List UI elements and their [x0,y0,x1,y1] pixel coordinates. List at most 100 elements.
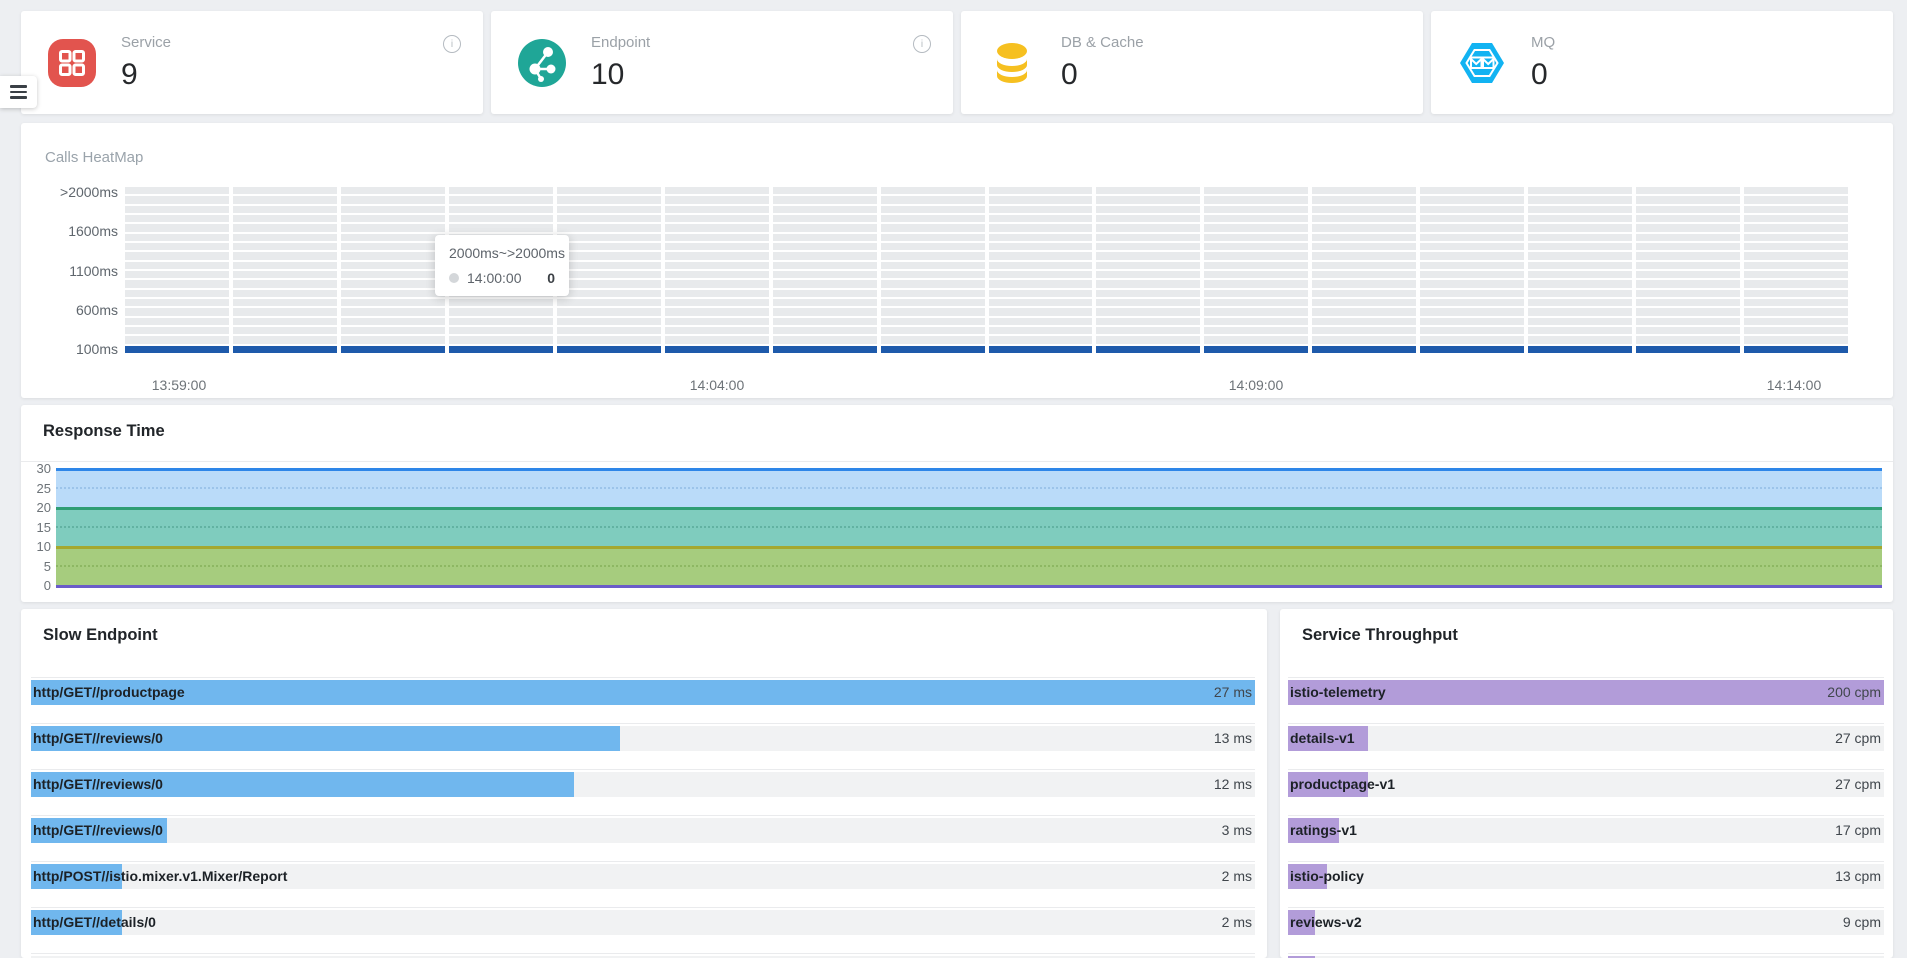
heatmap-x-label: 14:04:00 [657,377,777,393]
heatmap-cell [665,215,769,222]
heatmap-cell [1528,271,1632,278]
heatmap-cell [1096,252,1200,259]
heatmap-cell [773,308,877,315]
heatmap-cell [989,280,1093,287]
dashboard-page: Service9Endpoint10DB & Cache0MQ0 Calls H… [0,0,1907,958]
heatmap-cell [557,215,661,222]
heatmap-cell [557,271,661,278]
heatmap-cell [233,252,337,259]
list-item[interactable]: http/GET//reviews/03 ms [31,815,1255,861]
heatmap-cell [1420,299,1524,306]
heatmap-cell [665,327,769,334]
heatmap-cell [1204,318,1308,325]
heatmap-cell [665,346,769,353]
heatmap-cell [989,196,1093,203]
list-item[interactable]: http/POST//istio.mixer.v1.Mixer/Report2 … [31,861,1255,907]
stat-card-text: Endpoint10 [591,34,650,92]
heatmap-cell [1312,290,1416,297]
heatmap-cell [989,243,1093,250]
heatmap-cell [989,187,1093,194]
info-icon[interactable] [913,35,931,53]
list-item[interactable]: http/GET//details/02 ms [31,907,1255,953]
heatmap-cell [773,252,877,259]
response-time-plot[interactable] [56,469,1882,586]
heatmap-cell [1744,336,1848,343]
heatmap-cell [1096,234,1200,241]
heatmap-cell [1528,262,1632,269]
heatmap-cell [341,318,445,325]
response-time-y-label: 10 [23,539,51,554]
heatmap-cell [233,299,337,306]
bar-item-value: 13 ms [1214,726,1252,751]
list-item[interactable]: http/GET//reviews/0 13 ms [31,723,1255,769]
heatmap-cell [557,196,661,203]
response-time-band [56,469,1882,508]
heatmap-cell [1204,280,1308,287]
response-time-y-label: 30 [23,461,51,476]
heatmap-cell [665,280,769,287]
menu-toggle-button[interactable] [0,76,37,108]
heatmap-cell [1744,215,1848,222]
list-item[interactable]: istio-policy13 cpm [1288,861,1884,907]
bar-item-value: 200 cpm [1827,680,1881,705]
bar-item-label: http/GET//reviews/0 [33,726,163,751]
list-item[interactable]: reviews-v29 cpm [1288,907,1884,953]
bar-item-label: http/GET//reviews/0 [33,772,163,797]
stat-card-db-cache: DB & Cache0 [961,11,1423,114]
heatmap-cell [1420,327,1524,334]
heatmap-x-label: 14:09:00 [1196,377,1316,393]
heatmap-cell [1420,215,1524,222]
heatmap-cell [449,299,553,306]
heatmap-cell [881,336,985,343]
list-item[interactable]: ratings-v117 cpm [1288,815,1884,861]
heatmap-cell [125,224,229,231]
heatmap-cell [1636,336,1740,343]
list-item[interactable]: http/GET//reviews/012 ms [31,769,1255,815]
heatmap-y-label: 1100ms [21,263,118,279]
heatmap-cell [773,318,877,325]
list-item[interactable] [1288,953,1884,958]
heatmap-cell [881,196,985,203]
heatmap-cell [989,299,1093,306]
info-icon[interactable] [443,35,461,53]
heatmap-cell [233,215,337,222]
heatmap-cell [1636,308,1740,315]
list-item[interactable] [31,953,1255,958]
heatmap-cell [557,206,661,213]
gridline-dotted [56,487,1882,489]
stat-label: MQ [1531,34,1555,51]
heatmap-cell [773,346,877,353]
list-item[interactable]: details-v127 cpm [1288,723,1884,769]
bar-track [1288,726,1884,751]
heatmap-cell [233,271,337,278]
heatmap-cell [449,318,553,325]
heatmap-cell [989,224,1093,231]
slow-endpoint-card: Slow Endpoint http/GET//productpage27 ms… [21,609,1267,958]
heatmap-cell [1420,224,1524,231]
heatmap-cell [1096,346,1200,353]
heatmap-grid[interactable] [125,187,1848,353]
heatmap-cell [449,196,553,203]
heatmap-cell [557,280,661,287]
list-item[interactable]: istio-telemetry200 cpm [1288,677,1884,723]
heatmap-cell [1312,262,1416,269]
heatmap-cell [1312,271,1416,278]
heatmap-cell [881,290,985,297]
response-time-y-label: 0 [23,578,51,593]
heatmap-cell [233,318,337,325]
heatmap-cell [233,346,337,353]
heatmap-y-label: >2000ms [21,184,118,200]
heatmap-cell [1744,252,1848,259]
heatmap-cell [1744,271,1848,278]
heatmap-cell [449,346,553,353]
list-item[interactable]: productpage-v127 cpm [1288,769,1884,815]
heatmap-cell [341,280,445,287]
tooltip-bucket-label: 2000ms~>2000ms [449,245,555,261]
list-item[interactable]: http/GET//productpage27 ms [31,677,1255,723]
response-time-y-label: 20 [23,500,51,515]
stat-value: 0 [1061,58,1144,92]
heatmap-y-label: 600ms [21,302,118,318]
heatmap-cell [1744,290,1848,297]
heatmap-cell [1312,243,1416,250]
bar-track [1288,910,1884,935]
